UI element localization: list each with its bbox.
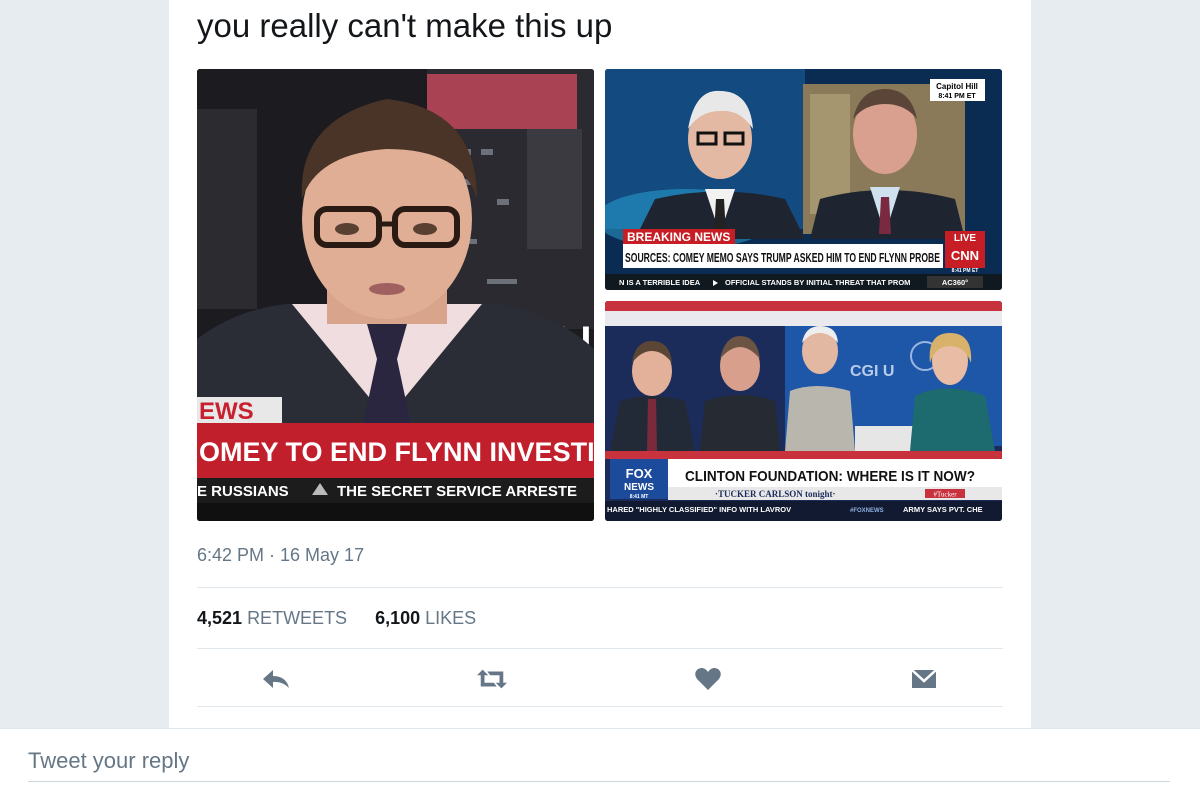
retweet-button[interactable] (477, 664, 507, 694)
fox-logo-line2: NEWS (624, 482, 654, 493)
tweet-timestamp[interactable]: 6:42 PM · 16 May 17 (197, 545, 364, 566)
tweet-actions (169, 664, 1031, 694)
like-icon (695, 668, 721, 690)
fox-logo-line1: FOX (626, 466, 653, 481)
cnn-time: 8:41 PM ET (938, 93, 976, 100)
fox-logo-time: 8:41 MT (630, 494, 649, 500)
cnn-live-label: LIVE (954, 233, 977, 244)
media-image-fox[interactable]: CGI U FOX NEWS 8:41 MT CLINTON FOUNDATIO… (605, 301, 1002, 521)
msnbc-ticker-right: THE SECRET SERVICE ARRESTE (337, 483, 577, 500)
fox-ticker-brand: #FOXNEWS (850, 508, 884, 514)
actions-divider (197, 706, 1003, 707)
reply-button[interactable] (261, 664, 291, 694)
reply-bar (0, 728, 1200, 789)
fox-ticker-2: ARMY SAYS PVT. CHE (903, 505, 983, 514)
cnn-logo-time: 8:41 PM ET (952, 268, 979, 274)
tweet-card: you really can't make this up ALL (169, 0, 1031, 728)
cnn-ticker-2: OFFICIAL STANDS BY INITIAL THREAT THAT P… (725, 278, 910, 287)
media-image-msnbc[interactable]: ALL EWS OMEY TO END FLYNN I (197, 69, 594, 521)
tweet-text: you really can't make this up (197, 7, 613, 44)
stats-divider-top (197, 587, 1003, 588)
cnn-location: Capitol Hill (936, 82, 978, 91)
reply-icon (263, 670, 289, 688)
media-image-cnn[interactable]: Capitol Hill 8:41 PM ET BREAKING NEWS LI… (605, 69, 1002, 290)
fox-ticker-1: HARED "HIGHLY CLASSIFIED" INFO WITH LAVR… (607, 505, 791, 514)
stats-divider-bottom (197, 648, 1003, 649)
retweets-label: RETWEETS (247, 608, 348, 628)
likes-stat[interactable]: 6,100 LIKES (375, 608, 476, 629)
fox-backdrop-text: CGI U (850, 363, 894, 380)
fox-hashtag: #Tucker (933, 491, 957, 499)
msnbc-lower-third-tag: EWS (199, 398, 254, 425)
retweets-stat[interactable]: 4,521 RETWEETS (197, 608, 347, 629)
retweets-count: 4,521 (197, 608, 243, 628)
cnn-logo: CNN (951, 248, 979, 263)
likes-count: 6,100 (375, 608, 421, 628)
cnn-show-tag: AC360° (942, 278, 968, 287)
msnbc-headline: OMEY TO END FLYNN INVESTIGATION (199, 437, 594, 467)
msnbc-ticker-left: E RUSSIANS (197, 483, 289, 500)
cnn-headline: SOURCES: COMEY MEMO SAYS TRUMP ASKED HIM… (625, 251, 940, 265)
like-button[interactable] (693, 664, 723, 694)
tweet-stats: 4,521 RETWEETS 6,100 LIKES (197, 608, 476, 629)
fox-show: ·TUCKER CARLSON tonight· (715, 489, 836, 499)
cnn-ticker-1: N IS A TERRIBLE IDEA (619, 278, 701, 287)
reply-input[interactable] (28, 741, 1170, 782)
direct-message-button[interactable] (909, 664, 939, 694)
fox-headline: CLINTON FOUNDATION: WHERE IS IT NOW? (685, 468, 975, 485)
cnn-breaking-label: BREAKING NEWS (627, 230, 730, 244)
direct-message-icon (911, 669, 937, 688)
likes-label: LIKES (425, 608, 477, 628)
retweet-icon (477, 669, 507, 689)
